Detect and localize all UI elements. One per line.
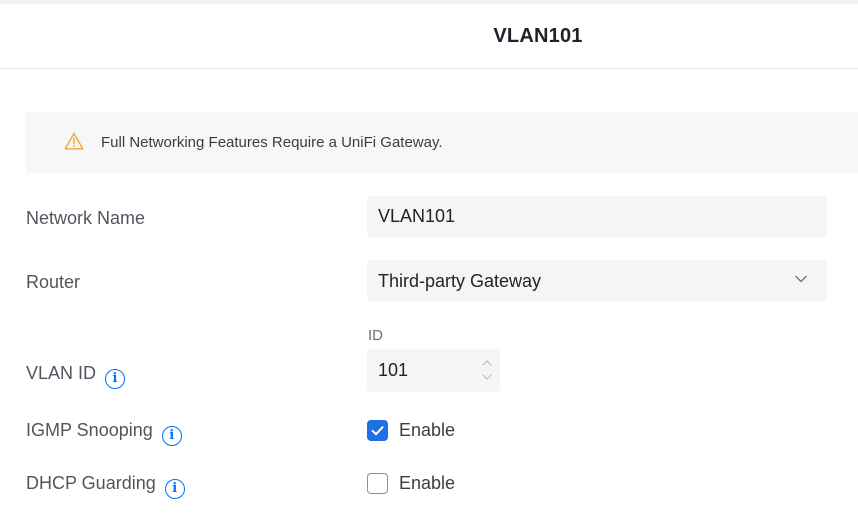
info-icon[interactable]: i: [105, 369, 126, 389]
router-label: Router: [26, 272, 81, 292]
warning-icon: [64, 132, 84, 150]
chevron-down-icon: [795, 275, 807, 283]
info-icon[interactable]: i: [161, 426, 182, 446]
info-icon[interactable]: i: [164, 479, 185, 499]
vlan-id-label: VLAN ID i: [26, 363, 126, 389]
gateway-warning-banner: Full Networking Features Require a UniFi…: [26, 112, 858, 173]
igmp-snooping-checkbox[interactable]: [367, 420, 388, 441]
vlan-id-stepper[interactable]: [367, 349, 500, 392]
vlan-id-caption: ID: [368, 327, 383, 344]
increment-arrow-icon[interactable]: [481, 359, 493, 367]
network-name-field[interactable]: [367, 196, 827, 237]
igmp-snooping-label: IGMP Snooping i: [26, 420, 182, 446]
router-select[interactable]: Third-party Gateway: [367, 260, 827, 301]
banner-message: Full Networking Features Require a UniFi…: [101, 134, 443, 151]
dhcp-guarding-checkbox[interactable]: [367, 473, 388, 494]
checkmark-icon: [371, 426, 384, 436]
dhcp-guarding-enable-label[interactable]: Enable: [399, 473, 455, 494]
panel-header: VLAN101: [0, 4, 858, 69]
decrement-arrow-icon[interactable]: [481, 373, 493, 381]
page-title: VLAN101: [493, 25, 583, 47]
network-name-label: Network Name: [26, 208, 146, 228]
dhcp-guarding-label: DHCP Guarding i: [26, 473, 185, 499]
network-name-input[interactable]: [367, 196, 827, 237]
vlan-id-input[interactable]: [367, 349, 467, 392]
router-selected-value: Third-party Gateway: [378, 271, 542, 291]
igmp-snooping-enable-label[interactable]: Enable: [399, 420, 455, 441]
